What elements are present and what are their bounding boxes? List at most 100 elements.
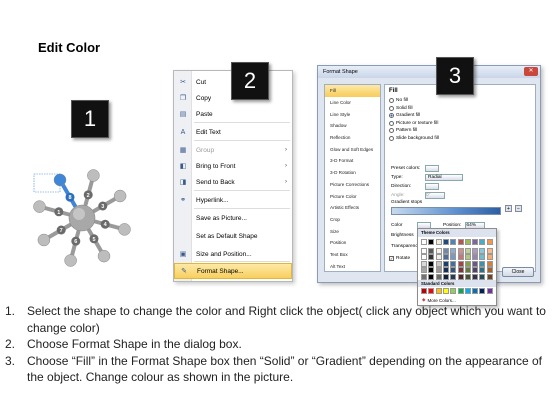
theme-color-swatch[interactable] — [450, 247, 457, 254]
theme-color-swatch[interactable] — [442, 239, 449, 245]
category-crop[interactable]: Crop — [325, 214, 380, 226]
close-icon[interactable]: ✕ — [524, 67, 538, 76]
category-position[interactable]: Position — [325, 237, 380, 249]
angle-field[interactable]: 0° — [425, 192, 445, 199]
theme-color-swatch[interactable] — [486, 247, 493, 254]
theme-color-swatch[interactable] — [421, 239, 427, 245]
theme-color-swatch[interactable] — [435, 239, 442, 245]
theme-color-swatch[interactable] — [450, 239, 457, 245]
theme-color-swatch[interactable] — [435, 254, 442, 261]
theme-color-swatch[interactable] — [457, 267, 464, 274]
rotate-checkbox[interactable]: ✓ — [389, 256, 394, 261]
theme-color-swatch[interactable] — [450, 260, 457, 267]
theme-color-swatch[interactable] — [486, 260, 493, 267]
standard-color-swatch[interactable] — [464, 288, 471, 294]
theme-color-swatch[interactable] — [450, 254, 457, 261]
theme-color-swatch[interactable] — [464, 254, 471, 261]
theme-color-swatch[interactable] — [472, 239, 479, 245]
category-picture-corrections[interactable]: Picture Corrections — [325, 179, 380, 191]
menu-item-send-to-back[interactable]: ◨ Send to Back › — [174, 174, 292, 190]
theme-color-swatch[interactable] — [472, 247, 479, 254]
category-size[interactable]: Size — [325, 225, 380, 237]
fill-option-solid-fill[interactable]: Solid fill — [389, 105, 413, 111]
hub-diagram[interactable]: 8 2345671 — [22, 160, 142, 280]
menu-item-set-as-default-shape[interactable]: Set as Default Shape — [174, 228, 292, 244]
gradient-bar[interactable] — [391, 207, 501, 215]
type-dropdown[interactable]: Radial — [425, 174, 463, 181]
theme-color-swatch[interactable] — [442, 254, 449, 261]
outer-node[interactable] — [118, 223, 131, 236]
outer-node[interactable] — [33, 200, 46, 213]
add-stop-icon[interactable]: + — [505, 205, 512, 212]
standard-color-swatch[interactable] — [421, 288, 427, 294]
theme-color-swatch[interactable] — [479, 260, 486, 267]
close-button[interactable]: Close — [502, 267, 534, 277]
theme-color-swatch[interactable] — [442, 260, 449, 267]
radio-button[interactable] — [389, 105, 394, 111]
category-fill[interactable]: Fill — [325, 85, 380, 97]
category-picture-color[interactable]: Picture Color — [325, 190, 380, 202]
fill-option-no-fill[interactable]: No fill — [389, 98, 408, 103]
fill-option-gradient-fill[interactable]: Gradient fill — [389, 113, 420, 118]
fill-option-slide-background-fill[interactable]: Slide background fill — [389, 135, 439, 141]
theme-color-swatch[interactable] — [464, 239, 471, 245]
theme-color-swatch[interactable] — [435, 267, 442, 274]
menu-item-bring-to-front[interactable]: ◧ Bring to Front › — [174, 158, 292, 174]
theme-color-swatch[interactable] — [479, 239, 486, 245]
theme-color-swatch[interactable] — [457, 247, 464, 254]
theme-color-swatch[interactable] — [435, 247, 442, 254]
category-artistic-effects[interactable]: Artistic Effects — [325, 202, 380, 214]
theme-color-swatch[interactable] — [479, 247, 486, 254]
radio-button[interactable] — [389, 135, 394, 141]
theme-color-swatch[interactable] — [435, 260, 442, 267]
theme-color-swatch[interactable] — [450, 267, 457, 274]
category-reflection[interactable]: Reflection — [325, 132, 380, 144]
standard-color-swatch[interactable] — [479, 288, 486, 294]
category-line-color[interactable]: Line Color — [325, 97, 380, 109]
theme-color-swatch[interactable] — [428, 267, 435, 274]
category-glow-and-soft-edges[interactable]: Glow and Soft Edges — [325, 143, 380, 155]
standard-color-swatch[interactable] — [435, 288, 442, 294]
menu-item-edit-text[interactable]: A Edit Text — [174, 124, 292, 140]
direction-dropdown[interactable] — [425, 183, 439, 190]
category-line-style[interactable]: Line Style — [325, 108, 380, 120]
outer-node[interactable] — [37, 233, 51, 247]
theme-color-swatch[interactable] — [464, 267, 471, 274]
theme-color-swatch[interactable] — [464, 247, 471, 254]
standard-color-swatch[interactable] — [457, 288, 464, 294]
fill-option-picture-or-texture-fill[interactable]: Picture or texture fill — [389, 120, 438, 126]
menu-item-format-shape[interactable]: ✎ Format Shape... — [174, 263, 292, 279]
theme-color-swatch[interactable] — [479, 254, 486, 261]
radio-button[interactable] — [389, 113, 394, 118]
theme-color-swatch[interactable] — [428, 247, 435, 254]
theme-color-swatch[interactable] — [457, 239, 464, 245]
theme-color-swatch[interactable] — [442, 247, 449, 254]
theme-color-swatch[interactable] — [472, 267, 479, 274]
preset-colors-dropdown[interactable] — [425, 165, 439, 172]
category-text-box[interactable]: Text Box — [325, 249, 380, 261]
standard-color-swatch[interactable] — [428, 288, 435, 294]
outer-node[interactable] — [87, 169, 100, 182]
outer-node[interactable] — [64, 254, 77, 267]
theme-color-swatch[interactable] — [457, 260, 464, 267]
menu-item-hyperlink[interactable]: ⚭ Hyperlink... — [174, 192, 292, 208]
menu-item-paste[interactable]: ▤ Paste — [174, 106, 292, 122]
theme-color-swatch[interactable] — [486, 239, 493, 245]
theme-color-swatch[interactable] — [464, 260, 471, 267]
theme-color-swatch[interactable] — [421, 247, 427, 254]
theme-color-swatch[interactable] — [428, 254, 435, 261]
theme-color-swatch[interactable] — [442, 267, 449, 274]
category-alt-text[interactable]: Alt Text — [325, 260, 380, 272]
more-colors-link[interactable]: ◆ More Colors... — [422, 297, 456, 303]
remove-stop-icon[interactable]: − — [515, 205, 522, 212]
category-3-d-format[interactable]: 3-D Format — [325, 155, 380, 167]
standard-color-swatch[interactable] — [472, 288, 479, 294]
theme-color-swatch[interactable] — [472, 254, 479, 261]
theme-color-swatch[interactable] — [486, 254, 493, 261]
radio-button[interactable] — [389, 98, 394, 103]
outer-node[interactable] — [97, 249, 111, 263]
menu-item-group[interactable]: ▦ Group › — [174, 142, 292, 158]
theme-color-swatch[interactable] — [421, 254, 427, 261]
standard-color-swatch[interactable] — [442, 288, 449, 294]
theme-color-swatch[interactable] — [428, 239, 435, 245]
